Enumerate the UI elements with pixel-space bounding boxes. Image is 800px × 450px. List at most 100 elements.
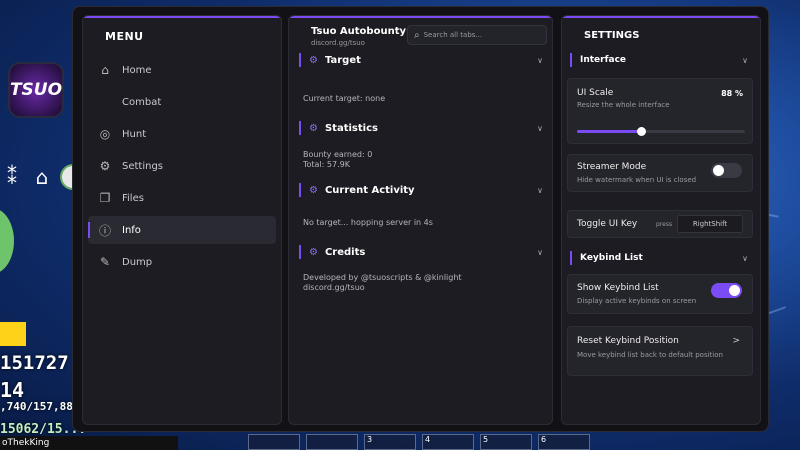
wrench-icon: ✎ (99, 255, 111, 269)
hud-number: 151727 (0, 352, 69, 374)
gear-icon: ⚙ (309, 184, 318, 196)
section-statistics[interactable]: ⚙ Statistics ∨ (299, 120, 545, 136)
main-panel: Tsuo Autobounty discord.gg/tsuo ⌕ ⚙ Targ… (288, 15, 553, 425)
menu-item-settings[interactable]: ⚙ Settings (88, 152, 276, 180)
hotbar-slot[interactable]: 4 (422, 434, 474, 450)
accent-bar (299, 121, 301, 135)
menu-item-dump[interactable]: ✎ Dump (88, 248, 276, 276)
section-target[interactable]: ⚙ Target ∨ (299, 52, 545, 68)
gear-icon: ⚙ (99, 159, 111, 173)
menu-item-combat[interactable]: Combat (88, 88, 276, 116)
menu-item-label: Settings (122, 160, 164, 172)
section-text: No target... hopping server in 4s (303, 218, 433, 227)
green-orb (0, 208, 14, 274)
setting-title: UI Scale (577, 88, 614, 98)
people-icon[interactable]: ⁑ (0, 165, 24, 189)
settings-title: SETTINGS (584, 30, 640, 41)
section-text: Total: 57.9K (303, 160, 350, 169)
accent-line (562, 16, 760, 18)
section-title: Keybind List (580, 253, 643, 263)
section-text: discord.gg/tsuo (303, 283, 365, 292)
menu-item-files[interactable]: ❐ Files (88, 184, 276, 212)
setting-desc: Resize the whole interface (577, 101, 670, 109)
accent-bar (570, 53, 572, 67)
accent-bar (299, 245, 301, 259)
chevron-down-icon: ∨ (537, 55, 543, 65)
keybind-button[interactable]: RightShift (677, 215, 743, 233)
setting-title: Show Keybind List (577, 283, 659, 293)
section-title: Target (324, 54, 361, 66)
chevron-right-icon: > (732, 336, 740, 346)
chevron-down-icon: ∨ (742, 55, 748, 65)
hotbar-slot[interactable] (248, 434, 300, 450)
chevron-down-icon: ∨ (537, 247, 543, 257)
menu-item-info[interactable]: ⓘ Info (88, 216, 276, 244)
ui-scale-value: 88 % (721, 89, 743, 98)
hotbar-slot[interactable] (306, 434, 358, 450)
accent-bar (299, 53, 301, 67)
accent-line (83, 16, 281, 18)
ui-scale-card: UI Scale 88 % Resize the whole interface (567, 78, 753, 144)
hotbar-slot[interactable]: 6 (538, 434, 590, 450)
accent-bar (570, 251, 572, 265)
section-text: Developed by @tsuoscripts & @kinlight (303, 273, 462, 282)
setting-desc: Hide watermark when UI is closed (577, 176, 697, 184)
ui-scale-slider[interactable] (577, 127, 745, 136)
slider-fill (577, 130, 641, 133)
accent-line (289, 16, 552, 18)
section-title: Interface (580, 55, 627, 65)
home-icon: ⌂ (101, 63, 109, 77)
reset-keybind-card[interactable]: Reset Keybind Position > Move keybind li… (567, 326, 753, 376)
menu-item-home[interactable]: ⌂ Home (88, 56, 276, 84)
accent-bar (299, 183, 301, 197)
search-box[interactable]: ⌕ (407, 25, 547, 45)
menu-title: MENU (105, 30, 144, 43)
search-input[interactable] (423, 31, 534, 39)
slider-handle[interactable] (636, 127, 646, 136)
menu-panel: MENU ⌂ Home Combat ◎ Hunt ⚙ Settings ❐ F… (82, 15, 282, 425)
home-icon[interactable]: ⌂ (30, 165, 54, 189)
menu-item-label: Home (122, 64, 152, 76)
hotbar: 3 4 5 6 (248, 434, 590, 450)
chevron-down-icon: ∨ (537, 185, 543, 195)
press-label: press (656, 221, 673, 228)
section-title: Statistics (324, 122, 378, 134)
game-logo[interactable]: TSUO (8, 62, 64, 118)
script-window: MENU ⌂ Home Combat ◎ Hunt ⚙ Settings ❐ F… (72, 6, 769, 432)
gear-icon: ⚙ (309, 122, 318, 134)
section-title: Credits (324, 246, 366, 258)
hotbar-slot[interactable]: 3 (364, 434, 416, 450)
player-name-bar: oThekKing (0, 436, 178, 450)
files-icon: ❐ (99, 191, 111, 205)
hud-number: ,740/157,883 (0, 400, 80, 413)
hud-number: 14 (0, 378, 25, 402)
section-keybind-list[interactable]: Keybind List ∨ (570, 250, 754, 266)
section-text: Bounty earned: 0 (303, 150, 373, 159)
show-keybind-card: Show Keybind List Display active keybind… (567, 274, 753, 314)
hotbar-slot[interactable]: 5 (480, 434, 532, 450)
section-interface[interactable]: Interface ∨ (570, 52, 754, 68)
menu-item-label: Hunt (122, 128, 147, 140)
streamer-mode-card: Streamer Mode Hide watermark when UI is … (567, 154, 753, 192)
menu-item-hunt[interactable]: ◎ Hunt (88, 120, 276, 148)
yellow-badge (0, 322, 26, 346)
menu-item-label: Info (122, 224, 141, 236)
settings-panel: SETTINGS Interface ∨ UI Scale 88 % Resiz… (561, 15, 761, 425)
setting-desc: Move keybind list back to default positi… (577, 351, 723, 359)
chevron-down-icon: ∨ (742, 253, 748, 263)
toggle-knob (729, 285, 740, 296)
streamer-mode-toggle[interactable] (711, 163, 742, 178)
section-current-activity[interactable]: ⚙ Current Activity ∨ (299, 182, 545, 198)
section-text: Current target: none (303, 94, 386, 103)
section-credits[interactable]: ⚙ Credits ∨ (299, 244, 545, 260)
gear-icon: ⚙ (309, 246, 318, 258)
menu-item-label: Combat (122, 96, 162, 108)
chevron-down-icon: ∨ (537, 123, 543, 133)
setting-desc: Display active keybinds on screen (577, 297, 697, 305)
logo-text: TSUO (9, 80, 63, 100)
page-subtitle: discord.gg/tsuo (311, 39, 365, 47)
menu-item-label: Dump (122, 256, 153, 268)
target-icon: ◎ (99, 127, 111, 141)
player-name: oThekKing (2, 438, 50, 448)
show-keybind-toggle[interactable] (711, 283, 742, 298)
